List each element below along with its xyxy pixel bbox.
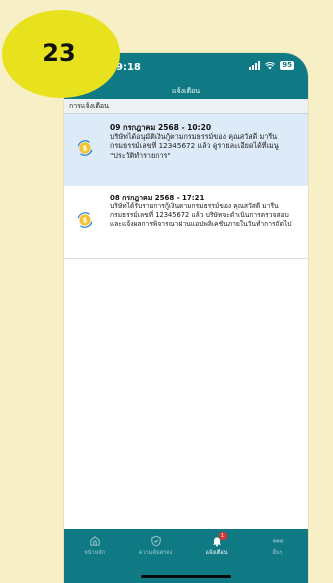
notification-item[interactable]: $ 08 กรกฎาคม 2568 - 17:21 บริษัทได้รับรา… — [64, 186, 308, 259]
tab-notifications[interactable]: 1 แจ้งเตือน — [187, 532, 247, 557]
signal-icon — [249, 61, 261, 70]
notification-count-badge: 1 — [218, 532, 227, 540]
status-time: 9:18 — [116, 62, 141, 73]
shield-check-icon — [150, 535, 161, 547]
notification-text: บริษัทได้อนุมัติเงินกู้ตามกรมธรรม์ของ คุ… — [110, 132, 279, 160]
section-header: การแจ้งเตือน — [64, 99, 308, 114]
coin-refresh-icon: $ — [77, 140, 93, 156]
tab-more-label: อื่นๆ — [272, 550, 283, 556]
more-dots-icon — [272, 539, 283, 543]
tab-more[interactable]: อื่นๆ — [248, 535, 308, 557]
notification-item[interactable]: $ 09 กรกฎาคม 2568 - 10:20 บริษัทได้อนุมั… — [64, 114, 308, 187]
svg-text:$: $ — [82, 216, 87, 225]
wifi-icon — [265, 61, 276, 69]
phone-screen: 9:18 95 แจ้งเตือน การแจ้งเตือน $ 09 กรกฎ… — [64, 53, 308, 583]
coin-refresh-icon: $ — [77, 212, 93, 228]
tab-coverage[interactable]: ความคุ้มครอง — [126, 535, 186, 557]
step-number-badge: 23 — [2, 10, 120, 98]
bottom-tab-bar: หน้าหลัก ความคุ้มครอง 1 แจ้งเตือน อื่นๆ — [64, 529, 308, 563]
tab-home-label: หน้าหลัก — [84, 550, 105, 556]
svg-text:$: $ — [82, 144, 87, 153]
tab-coverage-label: ความคุ้มครอง — [138, 550, 173, 556]
notification-text: บริษัทได้รับรายการกู้เงินตามกรมธรรม์ของ … — [110, 202, 292, 228]
status-icons: 95 — [249, 61, 294, 70]
tab-home[interactable]: หน้าหลัก — [65, 535, 125, 557]
tab-notifications-label: แจ้งเตือน — [205, 550, 228, 556]
home-indicator-area — [64, 563, 308, 583]
battery-icon: 95 — [280, 61, 294, 70]
section-label: การแจ้งเตือน — [69, 102, 109, 110]
home-icon — [89, 536, 100, 546]
home-indicator[interactable] — [141, 575, 231, 578]
step-number: 23 — [42, 39, 76, 67]
